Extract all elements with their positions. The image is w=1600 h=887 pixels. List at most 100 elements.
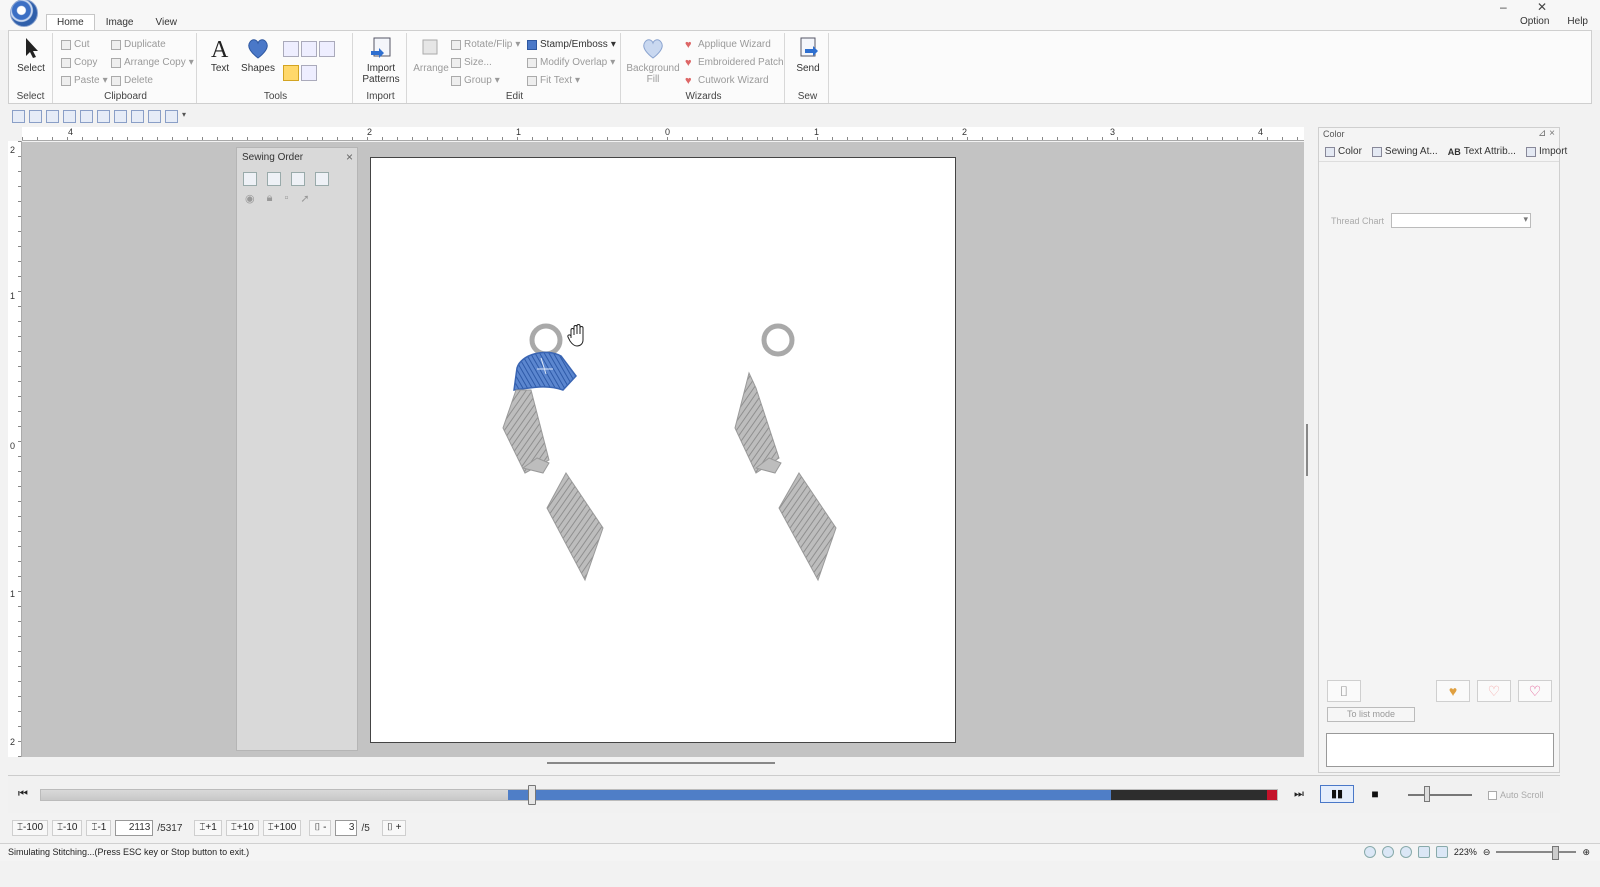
cutwork-wizard-button[interactable]: ♥ Cutwork Wizard (685, 75, 769, 86)
lock-icon[interactable]: 🔒︎ (267, 192, 273, 205)
merge-icon[interactable] (291, 172, 305, 186)
ruler-label: 2 (10, 737, 16, 747)
zoom-out-minus-icon[interactable]: ⊖ (1483, 847, 1491, 858)
pointer-icon[interactable]: ➚ (300, 192, 309, 205)
option-menu[interactable]: Option (1520, 16, 1549, 27)
speed-slider-track[interactable] (1408, 794, 1472, 796)
embroidered-patch-button[interactable]: ♥ Embroidered Patch (685, 57, 784, 68)
help-icon[interactable] (165, 109, 178, 123)
zoom-out-icon[interactable] (301, 41, 317, 57)
save-icon[interactable] (46, 109, 59, 123)
undo-icon[interactable] (80, 109, 93, 123)
tab-sewing-attributes[interactable]: Sewing At... (1371, 146, 1438, 157)
color-next-button[interactable]: ⌷ + (381, 820, 407, 836)
properties-icon[interactable] (148, 109, 161, 123)
pin-close-icon[interactable]: ⊿ × (1538, 128, 1555, 139)
stamp-emboss-button[interactable]: Stamp/Emboss ▾ (527, 39, 616, 50)
design-page-icon[interactable] (114, 109, 127, 123)
customize-caret-icon[interactable]: ▾ (182, 110, 190, 123)
view-mode-stitch-icon[interactable] (1381, 846, 1394, 858)
tab-import[interactable]: Import (1525, 146, 1567, 157)
color-number-field[interactable]: 3 (335, 820, 358, 836)
earring-right[interactable] (734, 323, 837, 582)
stitch-number-field[interactable]: 2113 (115, 820, 154, 836)
arrange-button[interactable]: Arrange (411, 35, 451, 74)
send-button[interactable]: Send (791, 35, 825, 74)
speed-slider-knob[interactable] (1424, 786, 1430, 802)
step-label: -10 (63, 822, 78, 833)
delete-button[interactable]: Delete (111, 75, 153, 86)
go-to-end-icon[interactable]: ⏭ (1290, 786, 1308, 802)
hoop-icon[interactable] (1435, 846, 1448, 858)
thread-spool-button[interactable]: ⌷ (1327, 680, 1361, 702)
step-back-1-button[interactable]: ⌶-1 (86, 820, 112, 836)
eye-icon[interactable]: ◉ (245, 192, 255, 205)
copy-button[interactable]: Copy (61, 57, 97, 68)
step-label: +10 (236, 822, 254, 833)
select-button[interactable]: Select (15, 35, 47, 74)
layout-icon[interactable] (131, 109, 144, 123)
sort-icon[interactable] (267, 172, 281, 186)
pause-button[interactable]: ▮▮ (1320, 785, 1354, 803)
shapes-button[interactable]: Shapes (241, 35, 275, 74)
auto-scroll-checkbox[interactable] (1488, 790, 1497, 800)
close-button[interactable]: ✕ (1537, 0, 1547, 14)
paste-button[interactable]: Paste ▾ (61, 75, 108, 86)
rotate-flip-button[interactable]: Rotate/Flip ▾ (451, 39, 520, 50)
color-shuffle-heart-button[interactable]: ♡ (1518, 680, 1552, 702)
minimize-button[interactable]: ‒ (1500, 0, 1507, 14)
design-page[interactable] (370, 157, 956, 743)
grid-icon[interactable] (1417, 846, 1430, 858)
step-fwd-100-button[interactable]: ⌶+100 (262, 820, 302, 836)
modify-overlap-button[interactable]: Modify Overlap ▾ (527, 57, 615, 68)
stitch-progress-track[interactable] (40, 789, 1278, 801)
group-button[interactable]: Group ▾ (451, 75, 500, 86)
go-to-start-icon[interactable]: ⏮ (14, 786, 32, 802)
progress-thumb[interactable] (528, 785, 536, 805)
fit-text-button[interactable]: Fit Text ▾ (527, 75, 580, 86)
frame-icon[interactable] (315, 172, 329, 186)
pan-hand-icon[interactable] (283, 65, 299, 81)
zoom-fit-icon[interactable] (319, 41, 335, 57)
size-button[interactable]: Size... (451, 57, 492, 68)
close-icon[interactable]: × (346, 150, 353, 164)
auto-scroll-option[interactable]: Auto Scroll (1488, 790, 1544, 800)
color-heart-button[interactable]: ♡ (1477, 680, 1511, 702)
zoom-slider[interactable] (1496, 846, 1577, 860)
tab-text-attributes[interactable]: AB Text Attrib... (1448, 146, 1516, 157)
color-wand-heart-button[interactable]: ♥ (1436, 680, 1470, 702)
applique-wizard-button[interactable]: ♥ Applique Wizard (685, 39, 771, 50)
cut-button[interactable]: Cut (61, 39, 90, 50)
step-fwd-10-button[interactable]: ⌶+10 (225, 820, 259, 836)
new-file-icon[interactable] (12, 109, 25, 123)
to-list-mode-button[interactable]: To list mode (1327, 707, 1415, 722)
preview-icon[interactable] (63, 109, 76, 123)
color-prev-button[interactable]: ⌷ - (309, 820, 332, 836)
text-tool-button[interactable]: A Text (205, 35, 235, 74)
panel-splitter[interactable] (1306, 424, 1308, 476)
step-back-10-button[interactable]: ⌶-10 (52, 820, 83, 836)
open-file-icon[interactable] (29, 109, 42, 123)
arrange-copy-button[interactable]: Arrange Copy ▾ (111, 57, 194, 68)
view-mode-outline-icon[interactable] (1399, 846, 1412, 858)
help-menu[interactable]: Help (1567, 16, 1588, 27)
app-menu-button[interactable] (10, 0, 38, 27)
step-back-100-button[interactable]: ⌶-100 (12, 820, 49, 836)
tab-color[interactable]: Color (1325, 146, 1362, 157)
step-fwd-1-button[interactable]: ⌶+1 (194, 820, 222, 836)
import-patterns-button[interactable]: Import Patterns (357, 35, 405, 85)
zoom-in-icon[interactable] (283, 41, 299, 57)
view-mode-realistic-icon[interactable] (1363, 846, 1376, 858)
redo-icon[interactable] (97, 109, 110, 123)
zoom-in-plus-icon[interactable]: ⊕ (1582, 847, 1590, 858)
thread-chart-select[interactable] (1391, 213, 1531, 228)
stop-button[interactable]: ■ (1366, 786, 1384, 802)
ruler-label: 0 (665, 127, 671, 137)
background-fill-button[interactable]: Background Fill (625, 35, 681, 85)
canvas-area[interactable] (22, 142, 1304, 757)
measure-icon[interactable] (301, 65, 317, 81)
earring-left[interactable] (502, 323, 604, 582)
duplicate-button[interactable]: Duplicate (111, 39, 166, 50)
zoom-preview-icon[interactable] (243, 172, 257, 186)
horizontal-scrollbar[interactable] (547, 762, 775, 764)
